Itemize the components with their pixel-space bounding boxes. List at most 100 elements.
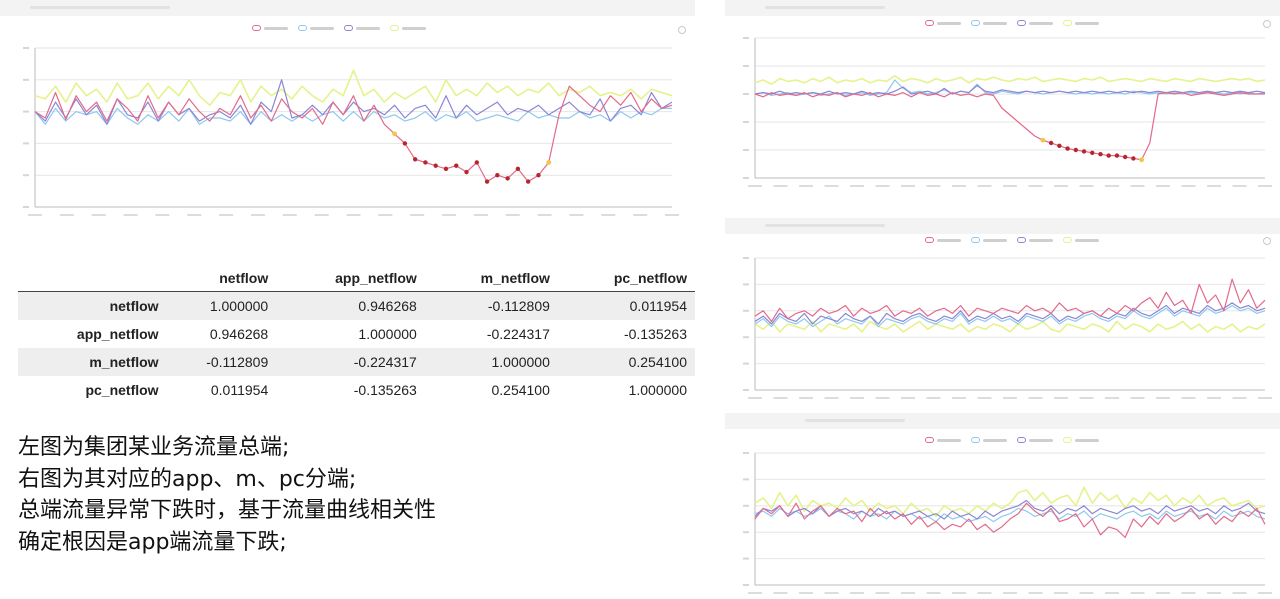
anomaly-point bbox=[454, 163, 459, 168]
table-cell: -0.224317 bbox=[353, 354, 417, 370]
y-tick-label bbox=[743, 452, 749, 454]
x-tick-label bbox=[123, 214, 138, 216]
column-header: m_netflow bbox=[480, 270, 550, 286]
table-row: m_netflow -0.112809 -0.224317 1.000000 0… bbox=[18, 348, 695, 376]
y-tick-label bbox=[743, 389, 749, 391]
explanation-text: 左图为集团某业务流量总端; 右图为其对应的app、m、pc分端; 总端流量异常下… bbox=[18, 432, 436, 558]
x-tick-label bbox=[824, 592, 839, 594]
x-tick-label bbox=[1003, 185, 1017, 187]
x-tick-label bbox=[601, 214, 616, 216]
x-tick-label bbox=[473, 214, 488, 216]
total-flow-line-chart bbox=[23, 47, 679, 216]
column-header: app_netflow bbox=[335, 270, 417, 286]
anomaly-point bbox=[1106, 153, 1111, 158]
y-tick-label bbox=[23, 174, 29, 177]
row-header: m_netflow bbox=[89, 354, 159, 370]
table-cell: -0.135263 bbox=[353, 382, 417, 398]
table-cell: 1.000000 bbox=[209, 298, 269, 314]
anomaly-point bbox=[1081, 149, 1087, 154]
y-tick-label bbox=[23, 142, 29, 145]
y-tick-label bbox=[743, 336, 749, 339]
x-tick-label bbox=[748, 397, 762, 399]
x-tick-label bbox=[1028, 592, 1043, 594]
y-tick-label bbox=[743, 93, 749, 95]
y-tick-label bbox=[743, 257, 749, 259]
table-cell: 0.946268 bbox=[358, 298, 417, 314]
x-tick-label bbox=[1079, 592, 1094, 594]
app-flow-line-chart bbox=[743, 37, 1272, 187]
x-tick-label bbox=[1258, 397, 1272, 399]
note-line: 总端流量异常下跌时，基于流量曲线相关性 bbox=[18, 498, 437, 523]
x-tick-label bbox=[1003, 592, 1017, 594]
x-tick-label bbox=[850, 592, 864, 594]
x-tick-label bbox=[901, 185, 915, 187]
pc-flow-line-chart bbox=[743, 452, 1272, 594]
x-tick-label bbox=[1232, 185, 1247, 187]
x-tick-label bbox=[824, 185, 839, 187]
x-tick-label bbox=[1105, 397, 1119, 399]
x-tick-label bbox=[665, 214, 679, 216]
y-tick-label bbox=[743, 121, 749, 123]
x-tick-label bbox=[901, 592, 915, 594]
x-tick-label bbox=[378, 214, 393, 216]
x-tick-label bbox=[977, 185, 992, 187]
x-tick-label bbox=[219, 214, 234, 216]
y-tick-label bbox=[743, 478, 749, 481]
series-line-2 bbox=[34, 79, 673, 125]
x-tick-label bbox=[1232, 397, 1247, 399]
table-cell: 0.254100 bbox=[491, 382, 550, 398]
table-cell: 1.000000 bbox=[628, 382, 687, 398]
x-tick-label bbox=[875, 592, 890, 594]
anomaly-point bbox=[474, 160, 479, 165]
x-tick-label bbox=[1003, 397, 1017, 399]
x-tick-label bbox=[773, 592, 788, 594]
series-line-2 bbox=[754, 302, 1266, 325]
x-tick-label bbox=[442, 214, 457, 216]
table-cell: 0.254100 bbox=[628, 354, 687, 370]
x-tick-label bbox=[1232, 592, 1247, 594]
x-tick-label bbox=[926, 185, 941, 187]
series-line-0 bbox=[34, 85, 673, 183]
m-flow-line-chart bbox=[743, 257, 1272, 399]
table-row: netflow 1.000000 0.946268 -0.112809 0.01… bbox=[18, 291, 695, 320]
anomaly-point bbox=[515, 166, 521, 172]
anomaly-point bbox=[1090, 150, 1095, 155]
x-tick-label bbox=[314, 214, 329, 216]
x-tick-label bbox=[1181, 397, 1196, 399]
x-tick-label bbox=[977, 592, 992, 594]
x-tick-label bbox=[799, 592, 813, 594]
table-cell: -0.135263 bbox=[623, 326, 687, 342]
y-tick-label bbox=[743, 557, 749, 560]
x-tick-label bbox=[1181, 185, 1196, 187]
x-tick-label bbox=[1207, 397, 1221, 399]
table-cell: 1.000000 bbox=[358, 326, 417, 342]
anomaly-point bbox=[536, 173, 541, 178]
note-line: 确定根因是app端流量下跌; bbox=[18, 529, 287, 555]
x-tick-label bbox=[850, 397, 864, 399]
series-line-3 bbox=[754, 75, 1266, 85]
y-tick-label bbox=[743, 149, 749, 151]
x-tick-label bbox=[91, 214, 106, 216]
x-tick-label bbox=[1054, 185, 1068, 187]
x-tick-label bbox=[1181, 592, 1196, 594]
table-header-row: netflow app_netflow m_netflow pc_netflow bbox=[18, 265, 695, 292]
x-tick-label bbox=[1079, 185, 1094, 187]
anomaly-point bbox=[464, 169, 469, 175]
x-tick-label bbox=[28, 214, 42, 216]
y-tick-label bbox=[743, 177, 749, 179]
anomaly-point bbox=[1114, 153, 1120, 158]
column-header: netflow bbox=[219, 270, 269, 286]
series-line-1 bbox=[754, 79, 1266, 97]
anomaly-point bbox=[1073, 147, 1079, 153]
table-cell: -0.112809 bbox=[487, 298, 550, 314]
table-cell: 0.011954 bbox=[210, 382, 269, 398]
pc-chart-panel bbox=[725, 413, 1280, 599]
series-line-3 bbox=[34, 69, 673, 106]
x-tick-label bbox=[1207, 185, 1221, 187]
x-tick-label bbox=[850, 185, 864, 187]
x-tick-label bbox=[824, 397, 839, 399]
x-tick-label bbox=[926, 397, 941, 399]
x-tick-label bbox=[346, 214, 361, 216]
x-tick-label bbox=[1105, 592, 1119, 594]
y-tick-label bbox=[23, 78, 29, 81]
